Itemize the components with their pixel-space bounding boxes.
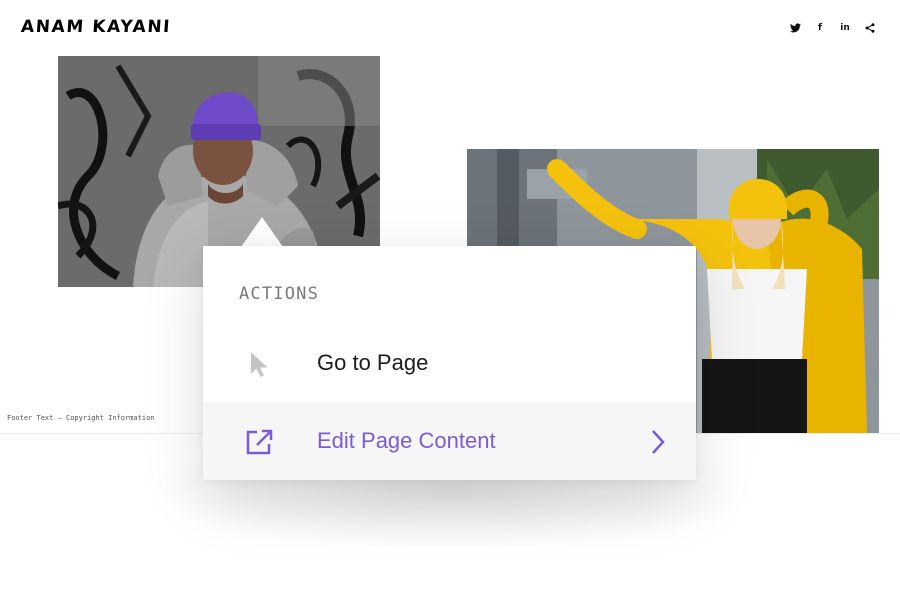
facebook-icon[interactable]: f [814, 22, 826, 34]
social-links: f in [789, 22, 876, 34]
share-icon[interactable] [864, 22, 876, 34]
actions-heading: ACTIONS [239, 284, 320, 304]
go-to-page-button[interactable]: Go to Page [203, 324, 696, 402]
chevron-right-icon [647, 428, 667, 456]
twitter-icon[interactable] [789, 22, 801, 34]
external-link-icon [243, 426, 275, 458]
go-to-page-label: Go to Page [317, 350, 429, 375]
linkedin-icon[interactable]: in [839, 22, 851, 34]
actions-popover: ACTIONS Go to Page Edit Page Content [203, 246, 696, 480]
footer-text: Footer Text — Copyright Information [7, 414, 155, 422]
edit-page-content-label: Edit Page Content [317, 428, 496, 453]
popover-arrow [241, 217, 283, 247]
site-logo[interactable]: ANAM KAYANI [20, 17, 171, 37]
edit-page-content-button[interactable]: Edit Page Content [203, 402, 696, 480]
site-header: ANAM KAYANI f in [0, 0, 900, 56]
cursor-icon [243, 348, 275, 380]
